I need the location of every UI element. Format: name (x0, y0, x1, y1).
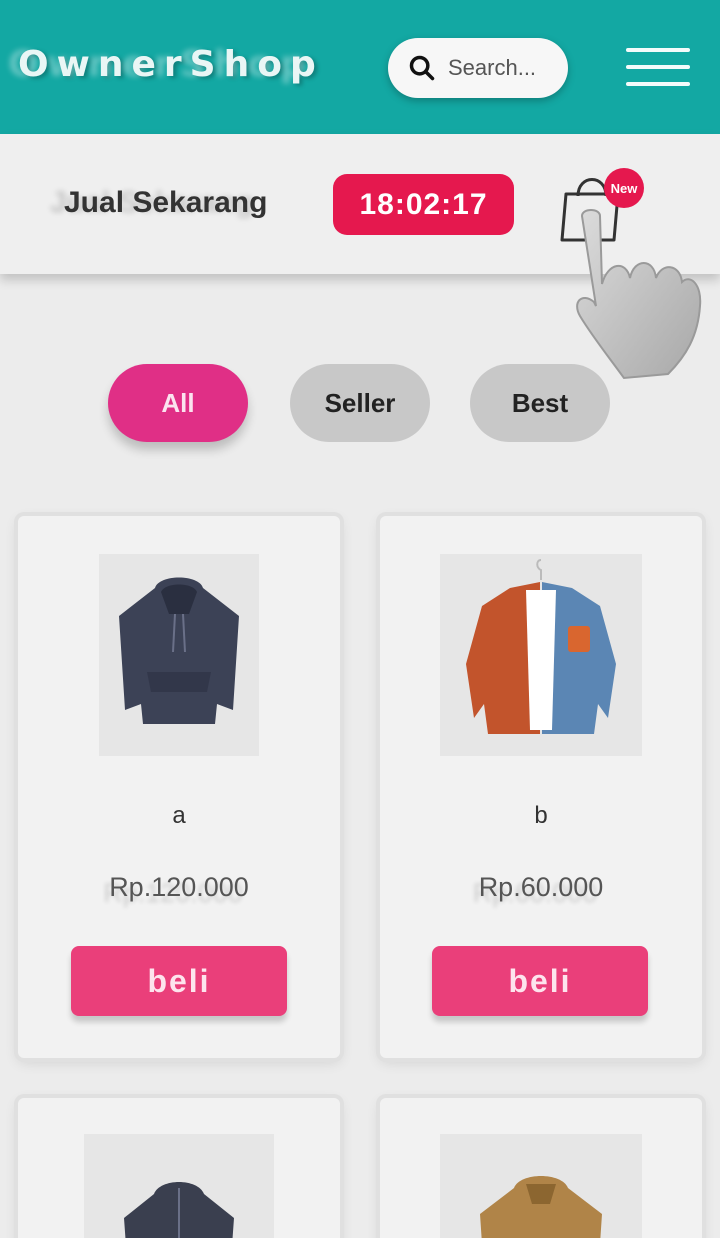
product-image (84, 1134, 274, 1238)
jacket-image (124, 1182, 234, 1238)
search-box[interactable] (388, 38, 568, 98)
menu-line (626, 48, 690, 52)
hamburger-menu-icon[interactable] (626, 48, 690, 86)
menu-line (626, 82, 690, 86)
new-badge: New (604, 168, 644, 208)
product-image (440, 554, 642, 756)
pointing-hand-icon (576, 209, 702, 380)
filter-all[interactable]: All (108, 364, 248, 442)
search-icon (409, 55, 435, 81)
shirt-image (466, 559, 616, 734)
product-card[interactable] (18, 1098, 340, 1238)
product-card[interactable] (380, 1098, 702, 1238)
jacket-image (480, 1176, 602, 1238)
menu-line (626, 65, 690, 69)
hoodie-image (119, 577, 239, 724)
product-price: Rp.60.000 (478, 872, 604, 902)
buy-button[interactable]: beli (432, 946, 648, 1016)
product-price: Rp.120.000 (109, 872, 249, 902)
product-card[interactable]: a Rp.120.000 beli (18, 516, 340, 1058)
countdown-timer: 18:02:17 (333, 174, 514, 235)
filter-seller[interactable]: Seller (290, 364, 430, 442)
product-name: a (172, 802, 186, 829)
product-card[interactable]: b Rp.60.000 beli (380, 516, 702, 1058)
search-input[interactable] (448, 55, 558, 81)
product-image (440, 1134, 642, 1238)
brand-logo: OwnerShop (18, 44, 324, 85)
product-name: b (534, 802, 548, 829)
top-app-bar: OwnerShop (0, 0, 720, 134)
sell-now-label[interactable]: Jual Sekarang (64, 186, 267, 220)
buy-button[interactable]: beli (71, 946, 287, 1016)
product-image (99, 554, 259, 756)
